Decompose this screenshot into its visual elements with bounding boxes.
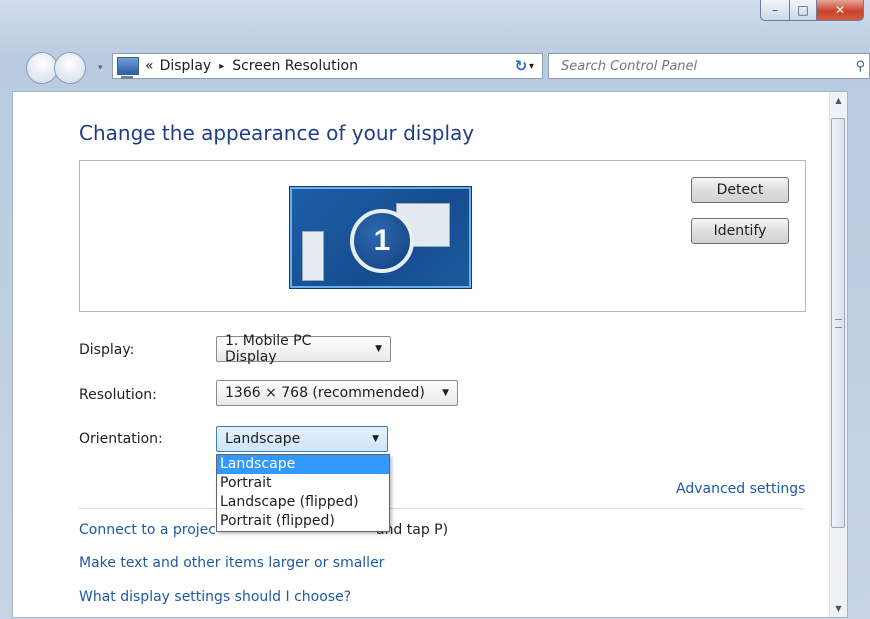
monitor-1-thumbnail[interactable]: 1 (290, 187, 471, 288)
text-size-link[interactable]: Make text and other items larger or smal… (79, 555, 384, 571)
page-title: Change the appearance of your display (79, 121, 475, 145)
detect-button[interactable]: Detect (691, 177, 789, 203)
breadcrumb-screen-resolution[interactable]: Screen Resolution (232, 58, 358, 74)
scrollbar-thumb[interactable] (831, 118, 845, 528)
search-box[interactable]: ⚲ (548, 53, 870, 79)
advanced-settings-link[interactable]: Advanced settings (676, 481, 805, 497)
orientation-option-portrait[interactable]: Portrait (217, 474, 389, 493)
search-input[interactable] (559, 57, 823, 75)
orientation-dropdown-list: Landscape Portrait Landscape (flipped) P… (216, 454, 390, 532)
caption-buttons: – □ ✕ (760, 0, 864, 22)
recent-pages-dropdown-icon[interactable]: ▾ (98, 63, 103, 73)
monitor-number-badge: 1 (350, 209, 414, 273)
navigation-bar: ▾ « Display ▸ Screen Resolution ▾ ↻ ⚲ (20, 50, 870, 86)
vertical-scrollbar[interactable]: ▲ ▼ (829, 92, 847, 617)
orientation-option-landscape[interactable]: Landscape (217, 455, 389, 474)
control-panel-icon (117, 57, 139, 79)
display-settings-help-link[interactable]: What display settings should I choose? (79, 589, 351, 605)
orientation-select[interactable]: Landscape ▼ (216, 426, 388, 452)
scroll-up-icon[interactable]: ▲ (830, 92, 847, 109)
content-pane: Change the appearance of your display 1 … (12, 91, 848, 618)
display-arrangement-panel: 1 Detect Identify (79, 160, 806, 312)
breadcrumb-overflow[interactable]: « (145, 58, 154, 74)
divider (79, 508, 804, 509)
chevron-down-icon: ▼ (372, 434, 379, 444)
chevron-down-icon: ▼ (442, 388, 449, 398)
orientation-option-landscape-flipped[interactable]: Landscape (flipped) (217, 493, 389, 512)
refresh-icon[interactable]: ↻ (507, 53, 535, 79)
screen-resolution-window: – □ ✕ ▾ « Display ▸ Screen Resolution ▾ … (0, 0, 870, 619)
display-select[interactable]: 1. Mobile PC Display ▼ (216, 333, 391, 365)
scroll-down-icon[interactable]: ▼ (830, 600, 847, 617)
address-bar[interactable]: « Display ▸ Screen Resolution ▾ (112, 53, 543, 79)
minimize-button[interactable]: – (760, 0, 790, 21)
breadcrumb-display[interactable]: Display (160, 58, 212, 74)
search-icon[interactable]: ⚲ (855, 59, 865, 74)
orientation-select-value: Landscape (225, 431, 301, 447)
maximize-button[interactable]: □ (790, 0, 817, 21)
desktop-window-icon (302, 231, 324, 281)
connect-projector-link-text: Connect to a projec (79, 522, 216, 538)
resolution-select-value: 1366 × 768 (recommended) (225, 385, 425, 401)
resolution-select[interactable]: 1366 × 768 (recommended) ▼ (216, 380, 458, 406)
display-label: Display: (79, 342, 135, 358)
resolution-label: Resolution: (79, 387, 157, 403)
identify-button[interactable]: Identify (691, 218, 789, 244)
forward-button[interactable] (54, 52, 86, 84)
breadcrumb-separator-icon[interactable]: ▸ (219, 61, 224, 72)
orientation-label: Orientation: (79, 431, 163, 447)
chevron-down-icon: ▼ (375, 344, 382, 354)
grip-icon (835, 319, 842, 328)
orientation-option-portrait-flipped[interactable]: Portrait (flipped) (217, 512, 389, 531)
display-select-value: 1. Mobile PC Display (225, 333, 312, 365)
close-button[interactable]: ✕ (817, 0, 864, 21)
